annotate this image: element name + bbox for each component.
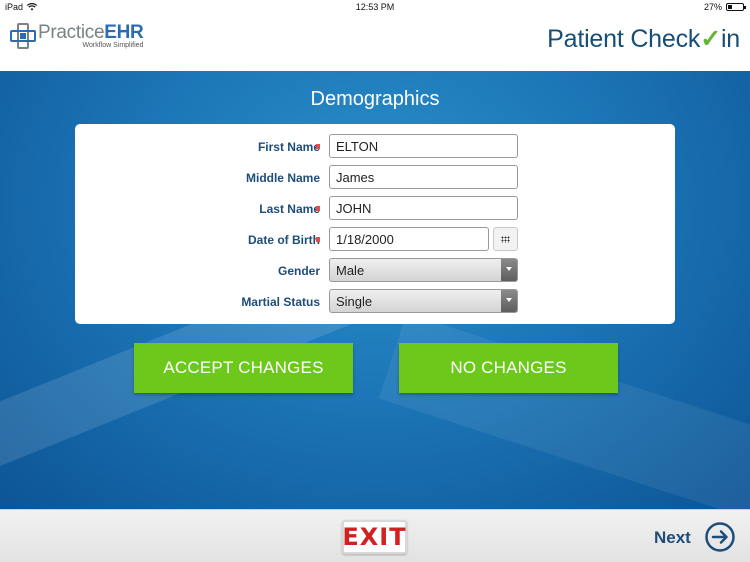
required-marker bbox=[316, 237, 320, 242]
marital-status-value: Single bbox=[336, 294, 373, 309]
practiceehr-logo: PracticeEHR Workflow Simplified bbox=[10, 22, 144, 49]
first-name-input[interactable] bbox=[329, 134, 518, 158]
patient-checkin-brand: Patient Check✓in bbox=[547, 24, 740, 54]
demographics-form: First Name Middle Name Last Name Date of… bbox=[75, 124, 675, 324]
no-changes-button[interactable]: NO CHANGES bbox=[399, 343, 618, 393]
chevron-down-icon bbox=[501, 290, 517, 312]
main-panel: Demographics First Name Middle Name Last… bbox=[0, 71, 750, 509]
middle-name-input[interactable] bbox=[329, 165, 518, 189]
medical-cross-icon bbox=[10, 23, 36, 49]
calendar-grid-icon bbox=[501, 236, 510, 243]
brand-text: Patient Check bbox=[547, 25, 701, 53]
date-of-birth-input[interactable] bbox=[329, 227, 489, 251]
logo-text-practice: Practice bbox=[38, 22, 105, 43]
required-marker bbox=[316, 144, 320, 149]
gender-value: Male bbox=[336, 263, 365, 278]
check-icon: ✓ bbox=[700, 25, 721, 53]
first-name-row: First Name bbox=[75, 134, 675, 158]
app-header: PracticeEHR Workflow Simplified Patient … bbox=[0, 15, 750, 71]
status-bar: iPad 12:53 PM 27% bbox=[0, 0, 750, 15]
battery-icon bbox=[726, 3, 746, 11]
calendar-button[interactable] bbox=[493, 227, 518, 251]
middle-name-label: Middle Name bbox=[245, 171, 320, 185]
last-name-row: Last Name bbox=[75, 196, 675, 220]
last-name-input[interactable] bbox=[329, 196, 518, 220]
logo-text-ehr: EHR bbox=[104, 22, 144, 43]
arrow-right-circle-icon[interactable] bbox=[705, 522, 735, 552]
gender-select[interactable]: Male bbox=[329, 258, 518, 282]
chevron-down-icon bbox=[501, 259, 517, 281]
accept-changes-button[interactable]: ACCEPT CHANGES bbox=[134, 343, 353, 393]
next-label[interactable]: Next bbox=[654, 528, 691, 548]
first-name-label: First Name bbox=[257, 140, 320, 154]
brand-text-suffix: in bbox=[720, 25, 740, 53]
gender-label: Gender bbox=[277, 264, 320, 278]
exit-button[interactable]: EXIT bbox=[342, 520, 407, 554]
marital-status-label: Martial Status bbox=[241, 295, 320, 309]
gender-row: Gender Male bbox=[75, 258, 675, 282]
clock: 12:53 PM bbox=[355, 2, 395, 12]
marital-status-row: Martial Status Single bbox=[75, 289, 675, 313]
date-of-birth-row: Date of Birth bbox=[75, 227, 675, 251]
logo-tagline: Workflow Simplified bbox=[82, 42, 144, 49]
page-title: Demographics bbox=[310, 88, 440, 110]
last-name-label: Last Name bbox=[259, 202, 320, 216]
footer-bar: EXIT Next bbox=[0, 509, 750, 562]
marital-status-select[interactable]: Single bbox=[329, 289, 518, 313]
middle-name-row: Middle Name bbox=[75, 165, 675, 189]
battery-percent: 27% bbox=[703, 2, 722, 12]
required-marker bbox=[316, 206, 320, 211]
date-of-birth-label: Date of Birth bbox=[248, 233, 320, 247]
